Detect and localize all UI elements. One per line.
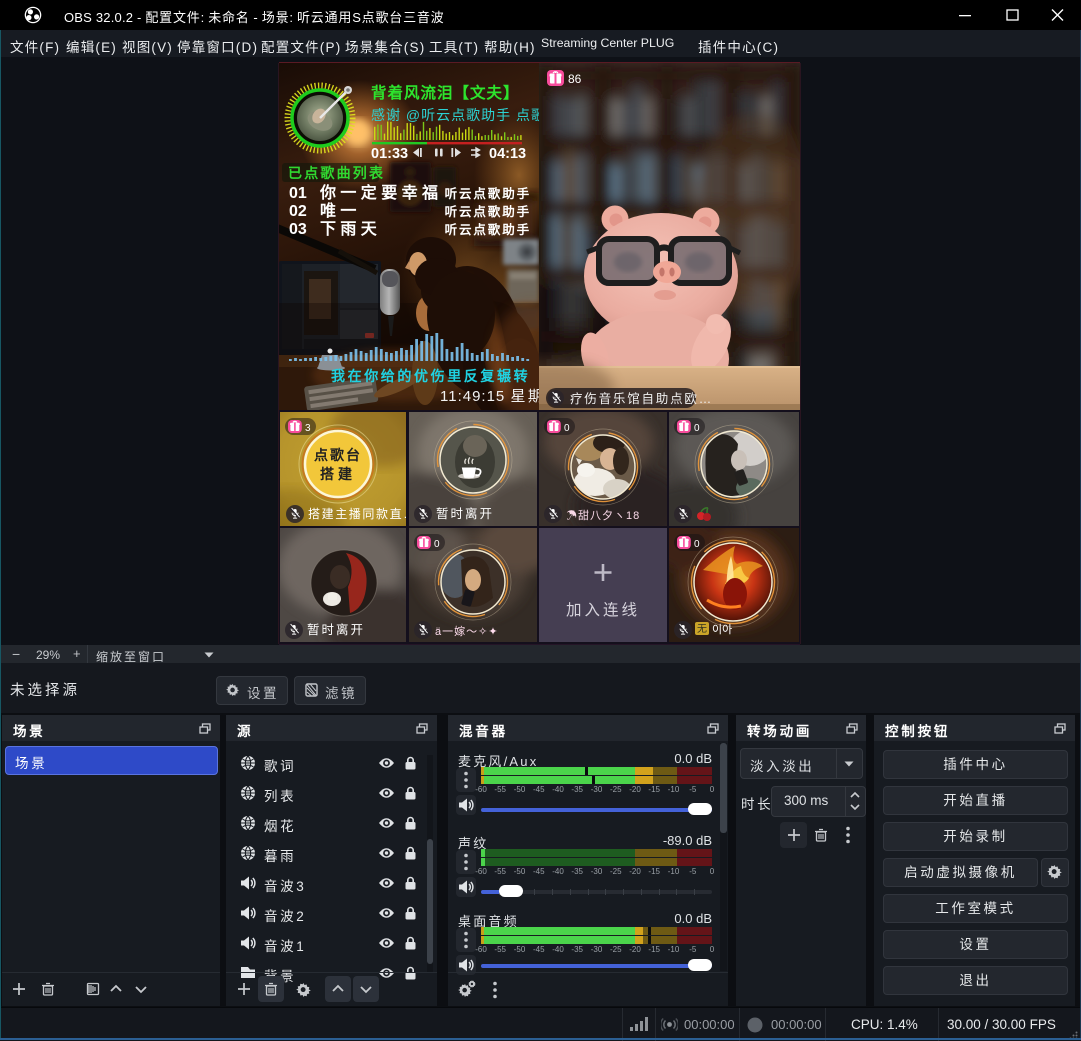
svg-text:你一定要幸福: 你一定要幸福 <box>319 183 442 202</box>
svg-text:下雨天: 下雨天 <box>320 220 381 238</box>
svg-text:听云点歌助手: 听云点歌助手 <box>445 186 531 201</box>
svg-text:0: 0 <box>694 423 700 434</box>
svg-text:3: 3 <box>305 423 311 434</box>
svg-text:暂时离开: 暂时离开 <box>307 622 365 637</box>
svg-text:이아: 이아 <box>712 623 732 636</box>
svg-text:☂甜八夕ヽ18: ☂甜八夕ヽ18 <box>566 509 640 522</box>
svg-text:听云点歌助手: 听云点歌助手 <box>445 204 531 219</box>
svg-text:86: 86 <box>568 72 582 86</box>
svg-text:我在你给的优伤里反复辗转: 我在你给的优伤里反复辗转 <box>331 368 530 384</box>
svg-text:02: 02 <box>289 203 307 220</box>
svg-text:01: 01 <box>289 185 307 202</box>
svg-text:加入连线: 加入连线 <box>566 601 640 619</box>
svg-text:暂时离开: 暂时离开 <box>436 506 494 521</box>
svg-text:ӓ一嫁～✧✦: ӓ一嫁～✧✦ <box>435 624 499 638</box>
svg-text:搭建主播同款直…: 搭建主播同款直… <box>308 507 417 521</box>
svg-text:无: 无 <box>697 624 707 635</box>
svg-text:04:13: 04:13 <box>489 146 526 162</box>
svg-text:背着风流泪【文夫】: 背着风流泪【文夫】 <box>371 83 520 102</box>
svg-text:0: 0 <box>564 423 570 434</box>
svg-text:03: 03 <box>289 221 307 238</box>
svg-text:0: 0 <box>694 539 700 550</box>
svg-text:感谢 @听云点歌助手 点歌: 感谢 @听云点歌助手 点歌 <box>371 107 546 123</box>
svg-text:点歌台: 点歌台 <box>314 447 362 463</box>
svg-text:01:33: 01:33 <box>371 146 408 162</box>
svg-text:搭建: 搭建 <box>320 466 356 482</box>
svg-text:疗伤音乐馆自助点欧…: 疗伤音乐馆自助点欧… <box>570 391 713 406</box>
svg-text:0: 0 <box>434 539 440 550</box>
svg-text:已点歌曲列表: 已点歌曲列表 <box>288 165 385 181</box>
svg-text:听云点歌助手: 听云点歌助手 <box>445 222 531 237</box>
svg-text:唯一: 唯一 <box>320 201 361 220</box>
